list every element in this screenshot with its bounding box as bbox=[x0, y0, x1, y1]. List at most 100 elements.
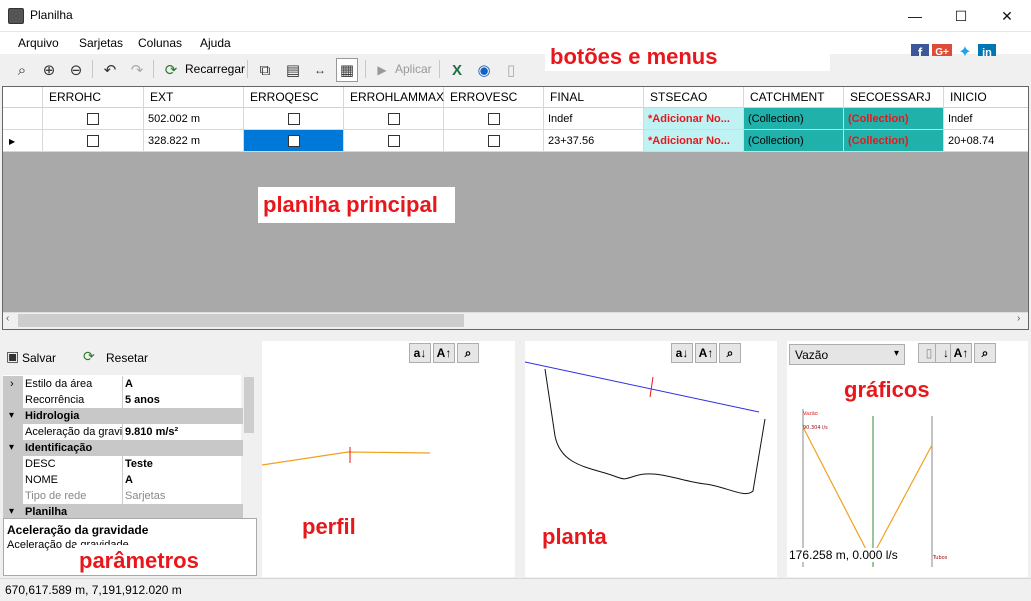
table-cell[interactable] bbox=[344, 130, 444, 152]
table-cell[interactable] bbox=[344, 108, 444, 130]
checkbox[interactable] bbox=[387, 135, 400, 147]
property-row[interactable]: NOME A bbox=[3, 472, 243, 488]
property-row[interactable]: Aceleração da gravidade9.810 m/s² bbox=[3, 424, 243, 440]
table-cell[interactable] bbox=[444, 108, 544, 130]
column-header[interactable]: SECOESSARJ bbox=[844, 87, 944, 108]
column-header[interactable]: INICIO bbox=[944, 87, 1028, 108]
table-cell[interactable]: (Collection) bbox=[744, 108, 844, 130]
row-header[interactable]: ▶ bbox=[3, 130, 43, 152]
zoom-icon[interactable]: ⌕ bbox=[974, 343, 996, 363]
table-cell[interactable]: (Collection) bbox=[844, 130, 944, 152]
minimize-button[interactable]: — bbox=[892, 0, 938, 32]
redo-icon[interactable]: ↷ bbox=[126, 58, 148, 82]
table-cell[interactable]: 23+37.56 bbox=[544, 130, 644, 152]
zoom-in-icon[interactable]: ⊕ bbox=[38, 58, 60, 82]
table-cell[interactable]: *Adicionar No... bbox=[644, 130, 744, 152]
table-cell[interactable] bbox=[444, 130, 544, 152]
property-value[interactable]: Sarjetas bbox=[125, 488, 165, 504]
column-header[interactable]: CATCHMENT bbox=[744, 87, 844, 108]
property-value[interactable]: 9.810 m/s² bbox=[125, 424, 178, 440]
sort-asc-icon[interactable]: A↑ bbox=[950, 343, 972, 363]
profile-canvas[interactable] bbox=[262, 341, 515, 577]
reload-icon[interactable]: ⟳ bbox=[160, 58, 182, 82]
table-cell[interactable]: *Adicionar No... bbox=[644, 108, 744, 130]
table-cell[interactable]: 502.002 m bbox=[144, 108, 244, 130]
maximize-button[interactable]: ☐ bbox=[938, 0, 984, 32]
sort-desc-icon[interactable]: a↓ bbox=[409, 343, 431, 363]
globe-icon[interactable]: ◉ bbox=[473, 58, 495, 82]
property-value[interactable]: A bbox=[125, 472, 133, 488]
checkbox[interactable] bbox=[87, 135, 99, 147]
undo-icon[interactable]: ↶ bbox=[99, 58, 121, 82]
zoom-icon[interactable]: ⌕ bbox=[457, 343, 479, 363]
expand-icon[interactable]: ▾ bbox=[9, 440, 14, 456]
menu-arquivo[interactable]: Arquivo bbox=[18, 36, 59, 50]
column-header[interactable]: ERROVESC bbox=[444, 87, 544, 108]
row-header[interactable] bbox=[3, 108, 43, 130]
property-row[interactable]: DESC Teste bbox=[3, 456, 243, 472]
property-name: DESC bbox=[25, 456, 123, 472]
menu-sarjetas[interactable]: Sarjetas bbox=[79, 36, 123, 50]
page-icon[interactable]: ▯ bbox=[500, 58, 522, 82]
zoom-icon[interactable]: ⌕ bbox=[719, 343, 741, 363]
checkbox[interactable] bbox=[87, 113, 99, 125]
table-cell[interactable] bbox=[43, 108, 144, 130]
zoom-out-icon[interactable]: ⊖ bbox=[65, 58, 87, 82]
column-header[interactable]: ERROHC bbox=[43, 87, 144, 108]
scrollbar-thumb[interactable] bbox=[18, 314, 464, 327]
table-cell[interactable]: 328.822 m bbox=[144, 130, 244, 152]
document-icon[interactable]: ▤ bbox=[282, 58, 304, 82]
sort-asc-icon[interactable]: A↑ bbox=[695, 343, 717, 363]
graph-variable-select[interactable]: Vazão ▾ bbox=[789, 344, 905, 365]
scroll-right-icon[interactable]: › bbox=[1017, 313, 1020, 324]
copy-icon[interactable]: ⧉ bbox=[254, 58, 276, 82]
table-cell[interactable] bbox=[43, 130, 144, 152]
menu-colunas[interactable]: Colunas bbox=[138, 36, 182, 50]
close-button[interactable]: ✕ bbox=[984, 0, 1030, 32]
table-cell[interactable] bbox=[244, 108, 344, 130]
column-header[interactable]: ERROHLAMMAX bbox=[344, 87, 444, 108]
grid-icon[interactable]: ▦ bbox=[336, 58, 358, 82]
checkbox[interactable] bbox=[287, 113, 300, 125]
apply-button[interactable]: Aplicar bbox=[395, 62, 432, 76]
column-header[interactable]: ERROQESC bbox=[244, 87, 344, 108]
table-cell[interactable]: (Collection) bbox=[844, 108, 944, 130]
expand-icon[interactable]: ▾ bbox=[9, 408, 14, 424]
checkbox[interactable] bbox=[487, 135, 500, 147]
play-icon[interactable]: ▶ bbox=[371, 58, 393, 82]
table-cell[interactable]: Indef bbox=[944, 108, 1028, 130]
sort-desc-icon[interactable]: a↓ bbox=[671, 343, 693, 363]
property-scrollbar[interactable] bbox=[241, 375, 257, 515]
property-name: NOME bbox=[25, 472, 123, 488]
swap-icon[interactable]: ↔ bbox=[309, 58, 331, 82]
property-value[interactable]: A bbox=[125, 376, 133, 392]
property-category[interactable]: ▾ Hidrologia bbox=[3, 408, 243, 424]
chevron-right-icon[interactable]: › bbox=[10, 376, 14, 392]
save-button[interactable]: Salvar bbox=[22, 351, 56, 365]
excel-icon[interactable]: X bbox=[446, 58, 468, 82]
property-value[interactable]: Teste bbox=[125, 456, 153, 472]
checkbox[interactable] bbox=[287, 135, 300, 147]
column-header[interactable]: EXT bbox=[144, 87, 244, 108]
save-icon[interactable]: ▣ bbox=[6, 348, 19, 365]
column-header[interactable]: STSECAO bbox=[644, 87, 744, 108]
reset-button[interactable]: Resetar bbox=[106, 351, 148, 365]
reset-icon[interactable]: ⟳ bbox=[83, 348, 95, 365]
sort-asc-icon[interactable]: A↑ bbox=[433, 343, 455, 363]
checkbox[interactable] bbox=[487, 113, 500, 125]
property-value[interactable]: 5 anos bbox=[125, 392, 160, 408]
property-row[interactable]: Recorrência 5 anos bbox=[3, 392, 243, 408]
reload-button[interactable]: Recarregar bbox=[185, 62, 245, 76]
column-header[interactable]: FINAL bbox=[544, 87, 644, 108]
checkbox[interactable] bbox=[387, 113, 400, 125]
property-row[interactable]: Tipo de rede Sarjetas bbox=[3, 488, 243, 504]
table-cell[interactable]: Indef bbox=[544, 108, 644, 130]
table-cell[interactable]: (Collection) bbox=[744, 130, 844, 152]
table-cell[interactable]: 20+08.74 bbox=[944, 130, 1028, 152]
scroll-left-icon[interactable]: ‹ bbox=[6, 313, 9, 324]
property-category[interactable]: ▾ Identificação bbox=[3, 440, 243, 456]
zoom-fit-icon[interactable]: ⌕ bbox=[11, 58, 33, 82]
property-row[interactable]: › Estilo da área A bbox=[3, 376, 243, 392]
table-cell-selected[interactable] bbox=[244, 130, 344, 152]
menu-ajuda[interactable]: Ajuda bbox=[200, 36, 231, 50]
